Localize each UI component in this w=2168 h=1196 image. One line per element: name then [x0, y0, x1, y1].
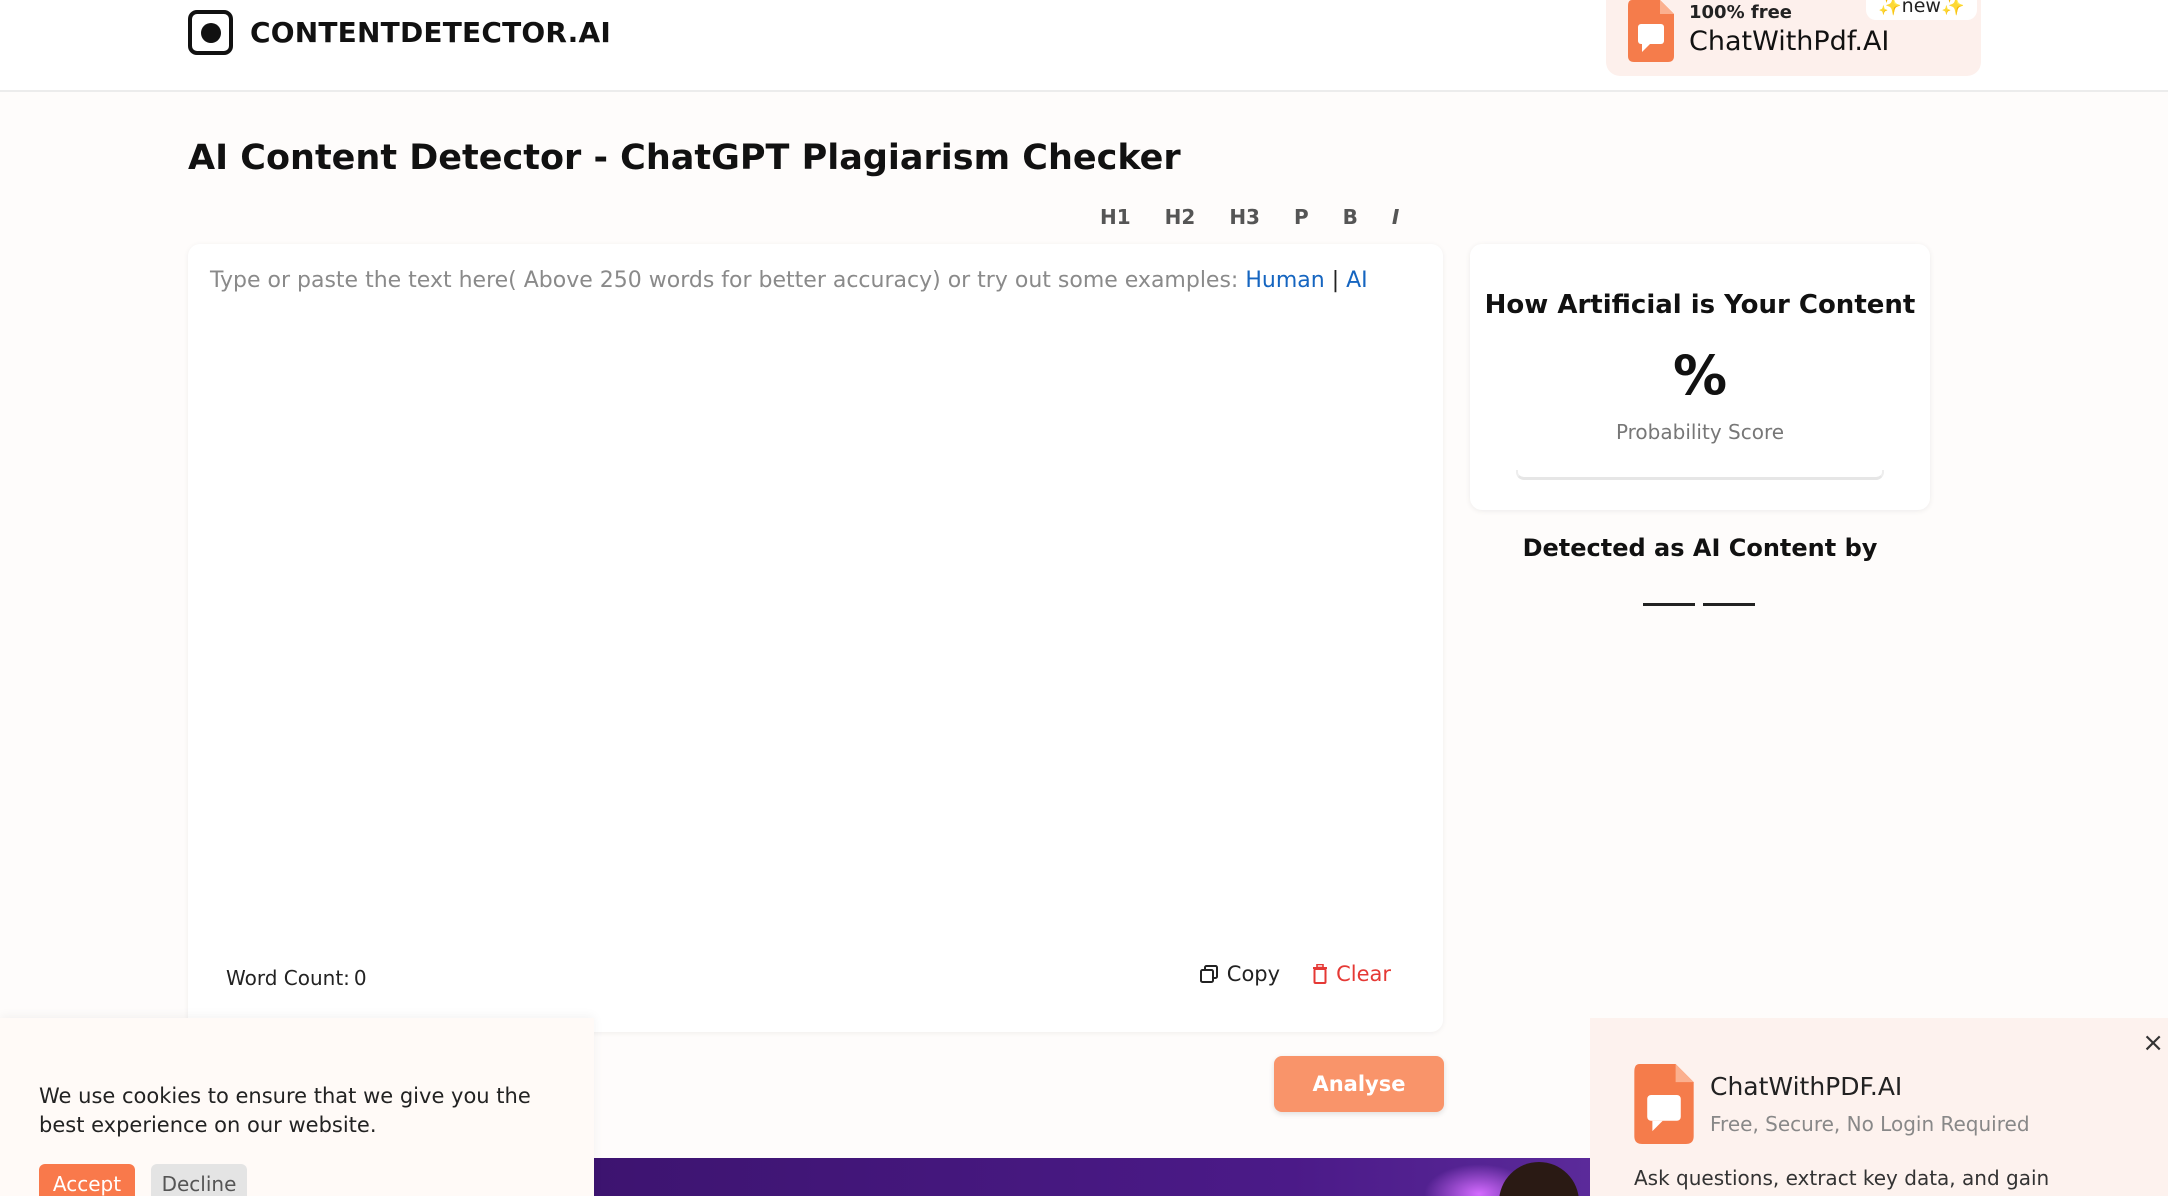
logo-text: CONTENTDETECTOR.AI [250, 16, 611, 49]
sparkle-icon: ✨ [1940, 0, 1965, 17]
formatting-toolbar: H1 H2 H3 P B I [1100, 205, 1399, 229]
analyse-button[interactable]: Analyse [1274, 1056, 1444, 1112]
probability-bar [1516, 470, 1884, 480]
probability-score-label: Probability Score [1615, 420, 1785, 444]
probability-percent: % [1672, 344, 1728, 407]
example-human-link[interactable]: Human [1245, 268, 1324, 293]
chatwithpdf-promo-banner[interactable]: 100% free ChatWithPdf.AI ✨new✨ [1606, 0, 1981, 76]
word-count-value: 0 [353, 966, 367, 990]
pdf-chat-icon [1634, 1064, 1694, 1144]
word-count-label: Word Count: [226, 966, 350, 990]
italic-button[interactable]: I [1392, 205, 1399, 229]
new-badge: ✨new✨ [1866, 0, 1977, 20]
chatwithpdf-popup: × ChatWithPDF.AI Free, Secure, No Login … [1590, 1018, 2168, 1196]
clear-label: Clear [1336, 962, 1391, 986]
example-separator: | [1331, 268, 1340, 293]
page-title: AI Content Detector - ChatGPT Plagiarism… [188, 138, 1181, 178]
popup-title: ChatWithPDF.AI [1710, 1072, 1903, 1101]
promo-free-label: 100% free [1689, 2, 1792, 23]
ad-image [1499, 1162, 1579, 1196]
detected-by-title: Detected as AI Content by [1522, 534, 1878, 562]
trash-icon [1313, 964, 1328, 984]
popup-description: Ask questions, extract key data, and gai… [1634, 1166, 2050, 1190]
result-title: How Artificial is Your Content [1484, 290, 1916, 320]
detected-by-placeholder [1643, 603, 1763, 606]
cookie-decline-button[interactable]: Decline [151, 1164, 247, 1196]
paragraph-button[interactable]: P [1294, 205, 1309, 229]
bold-button[interactable]: B [1343, 205, 1358, 229]
example-ai-link[interactable]: AI [1346, 268, 1368, 293]
site-header: CONTENTDETECTOR.AI 100% free ChatWithPdf… [0, 0, 2168, 92]
heading3-button[interactable]: H3 [1229, 205, 1260, 229]
copy-label: Copy [1226, 962, 1281, 986]
clear-button[interactable]: Clear [1312, 962, 1391, 986]
result-card: How Artificial is Your Content % Probabi… [1470, 244, 1930, 510]
copy-button[interactable]: Copy [1199, 962, 1280, 986]
copy-icon [1199, 965, 1218, 983]
promo-title: ChatWithPdf.AI [1689, 26, 1890, 57]
heading1-button[interactable]: H1 [1100, 205, 1131, 229]
popup-subtitle: Free, Secure, No Login Required [1710, 1112, 2030, 1136]
placeholder-text: Type or paste the text here( Above 250 w… [210, 268, 1246, 293]
new-badge-label: new [1901, 0, 1941, 17]
heading2-button[interactable]: H2 [1165, 205, 1196, 229]
close-icon[interactable]: × [2142, 1030, 2164, 1056]
cookie-banner: We use cookies to ensure that we give yo… [0, 1018, 594, 1196]
text-editor[interactable]: Type or paste the text here( Above 250 w… [188, 244, 1443, 1032]
sparkle-icon: ✨ [1878, 0, 1902, 17]
editor-placeholder: Type or paste the text here( Above 250 w… [210, 268, 1368, 293]
cookie-text: We use cookies to ensure that we give yo… [39, 1084, 531, 1137]
cookie-accept-button[interactable]: Accept [39, 1164, 135, 1196]
pdf-chat-icon [1628, 0, 1674, 62]
logo-icon [188, 10, 233, 55]
word-count: Word Count: 0 [226, 966, 367, 990]
editor-actions: Copy Clear [1199, 962, 1391, 986]
advertisement-banner[interactable] [594, 1158, 1590, 1196]
site-logo[interactable]: CONTENTDETECTOR.AI [188, 10, 611, 55]
